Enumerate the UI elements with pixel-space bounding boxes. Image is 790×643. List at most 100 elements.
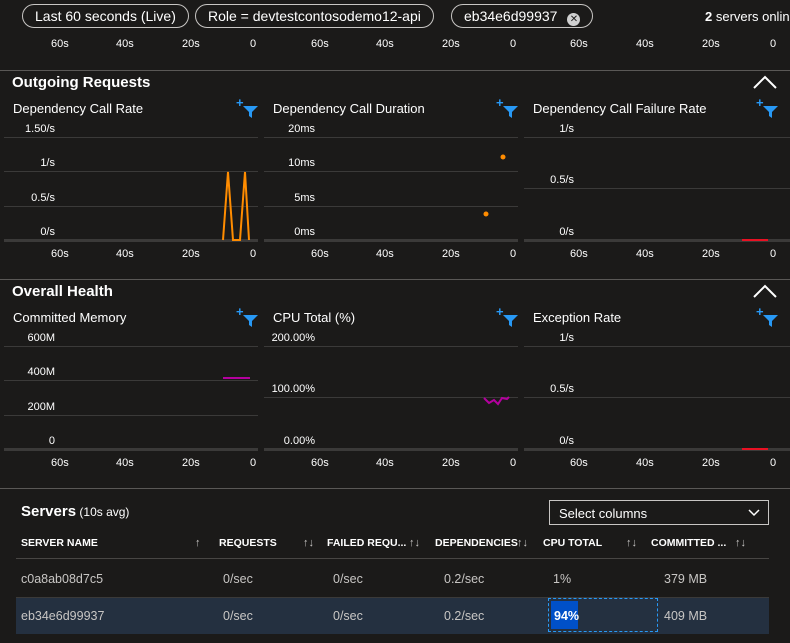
time-range-pill[interactable]: Last 60 seconds (Live) xyxy=(22,4,189,28)
y-tick: 1/s xyxy=(559,332,574,344)
cell-server-name: c0a8ab08d7c5 xyxy=(21,572,104,586)
exception-rate-series xyxy=(742,448,768,450)
y-tick: 20ms xyxy=(288,123,315,135)
x-tick: 40s xyxy=(636,248,654,260)
x-tick: 0 xyxy=(510,457,517,469)
x-tick: 0 xyxy=(510,38,517,50)
close-icon[interactable]: ✕ xyxy=(567,13,581,26)
add-filter-icon[interactable]: + xyxy=(756,304,780,327)
sort-icon[interactable]: ↑↓ xyxy=(626,537,637,549)
baseline xyxy=(264,448,518,451)
cell-requests: 0/sec xyxy=(223,572,253,586)
add-filter-icon[interactable]: + xyxy=(236,95,260,118)
x-tick: 60s xyxy=(311,248,329,260)
y-tick: 0 xyxy=(48,435,55,447)
sort-icon[interactable]: ↑ xyxy=(195,537,201,549)
x-tick: 0 xyxy=(250,248,257,260)
y-tick: 5ms xyxy=(294,192,315,204)
servers-subtitle: (10s avg) xyxy=(79,505,130,519)
x-tick: 0 xyxy=(770,248,777,260)
x-tick: 40s xyxy=(636,457,654,469)
x-tick: 60s xyxy=(51,38,69,50)
x-tick: 40s xyxy=(116,38,134,50)
y-tick: 1/s xyxy=(40,157,55,169)
divider xyxy=(0,279,790,280)
column-header-cpu-total[interactable]: CPU TOTAL xyxy=(543,537,602,549)
y-tick: 200M xyxy=(27,401,55,413)
y-tick: 0/s xyxy=(559,435,574,447)
chart-title: Dependency Call Duration xyxy=(273,101,425,116)
gridline xyxy=(4,346,258,347)
gridline xyxy=(524,346,790,347)
x-tick: 40s xyxy=(376,38,394,50)
server-filter-label: eb34e6d99937 xyxy=(464,8,558,24)
table-row[interactable]: c0a8ab08d7c5 0/sec 0/sec 0.2/sec 1% 379 … xyxy=(16,562,769,596)
svg-text:+: + xyxy=(756,304,764,319)
table-row-selected[interactable]: eb34e6d99937 0/sec 0/sec 0.2/sec 94% 409… xyxy=(16,598,769,634)
role-filter-pill[interactable]: Role = devtestcontosodemo12-api xyxy=(195,4,434,28)
x-tick: 60s xyxy=(311,457,329,469)
chart-title: Dependency Call Failure Rate xyxy=(533,101,707,116)
column-header-server-name[interactable]: SERVER NAME xyxy=(21,537,98,549)
y-tick: 0.5/s xyxy=(550,383,574,395)
servers-title: Servers xyxy=(21,503,77,520)
gridline xyxy=(264,206,518,207)
outgoing-requests-title: Outgoing Requests xyxy=(12,74,151,91)
header-divider xyxy=(16,558,769,559)
svg-text:+: + xyxy=(236,95,244,110)
x-tick: 0 xyxy=(250,457,257,469)
divider xyxy=(0,70,790,71)
baseline xyxy=(264,239,518,242)
x-tick: 60s xyxy=(570,248,588,260)
column-header-committed-memory[interactable]: COMMITTED ... xyxy=(651,537,726,549)
chevron-up-icon[interactable] xyxy=(753,283,777,301)
x-tick: 60s xyxy=(570,38,588,50)
gridline xyxy=(264,137,518,138)
column-header-requests[interactable]: REQUESTS xyxy=(219,537,277,549)
y-tick: 0/s xyxy=(40,226,55,238)
cell-failed-requests: 0/sec xyxy=(333,572,363,586)
y-tick: 0ms xyxy=(294,226,315,238)
cell-dependencies: 0.2/sec xyxy=(444,609,485,623)
column-header-failed-requests[interactable]: FAILED REQU... xyxy=(327,537,406,549)
gridline xyxy=(4,380,258,381)
add-filter-icon[interactable]: + xyxy=(756,95,780,118)
servers-online: 2 servers online xyxy=(705,9,790,24)
select-columns-dropdown[interactable]: Select columns xyxy=(549,500,769,525)
gridline xyxy=(524,397,790,398)
svg-text:+: + xyxy=(496,304,504,319)
chart-title: Committed Memory xyxy=(13,310,127,325)
data-point xyxy=(500,154,506,160)
x-tick: 20s xyxy=(702,457,720,469)
add-filter-icon[interactable]: + xyxy=(236,304,260,327)
cell-committed-memory: 379 MB xyxy=(664,572,708,586)
x-tick: 60s xyxy=(51,248,69,260)
data-point xyxy=(483,211,489,217)
x-tick: 60s xyxy=(51,457,69,469)
svg-text:+: + xyxy=(756,95,764,110)
x-tick: 40s xyxy=(636,38,654,50)
gridline xyxy=(4,206,258,207)
server-filter-pill[interactable]: eb34e6d99937 ✕ xyxy=(451,4,594,28)
sort-icon[interactable]: ↑↓ xyxy=(409,537,420,549)
gridline xyxy=(264,397,518,398)
chevron-up-icon[interactable] xyxy=(753,74,777,92)
sort-icon[interactable]: ↑↓ xyxy=(735,537,746,549)
x-tick: 20s xyxy=(442,38,460,50)
baseline xyxy=(4,239,258,242)
add-filter-icon[interactable]: + xyxy=(496,95,520,118)
baseline xyxy=(4,448,258,451)
x-tick: 40s xyxy=(376,457,394,469)
add-filter-icon[interactable]: + xyxy=(496,304,520,327)
cell-dependencies: 0.2/sec xyxy=(444,572,485,586)
cell-cpu-total: 94% xyxy=(554,609,580,623)
sort-icon[interactable]: ↑↓ xyxy=(303,537,314,549)
y-tick: 0.00% xyxy=(283,435,315,447)
sort-icon[interactable]: ↑↓ xyxy=(517,537,528,549)
cell-server-name: eb34e6d99937 xyxy=(21,609,105,623)
y-tick: 0/s xyxy=(559,226,574,238)
role-filter-label: Role = devtestcontosodemo12-api xyxy=(208,8,421,24)
x-tick: 20s xyxy=(182,457,200,469)
cpu-bar-cell: 94% xyxy=(548,598,658,632)
column-header-dependencies[interactable]: DEPENDENCIES xyxy=(435,537,518,549)
